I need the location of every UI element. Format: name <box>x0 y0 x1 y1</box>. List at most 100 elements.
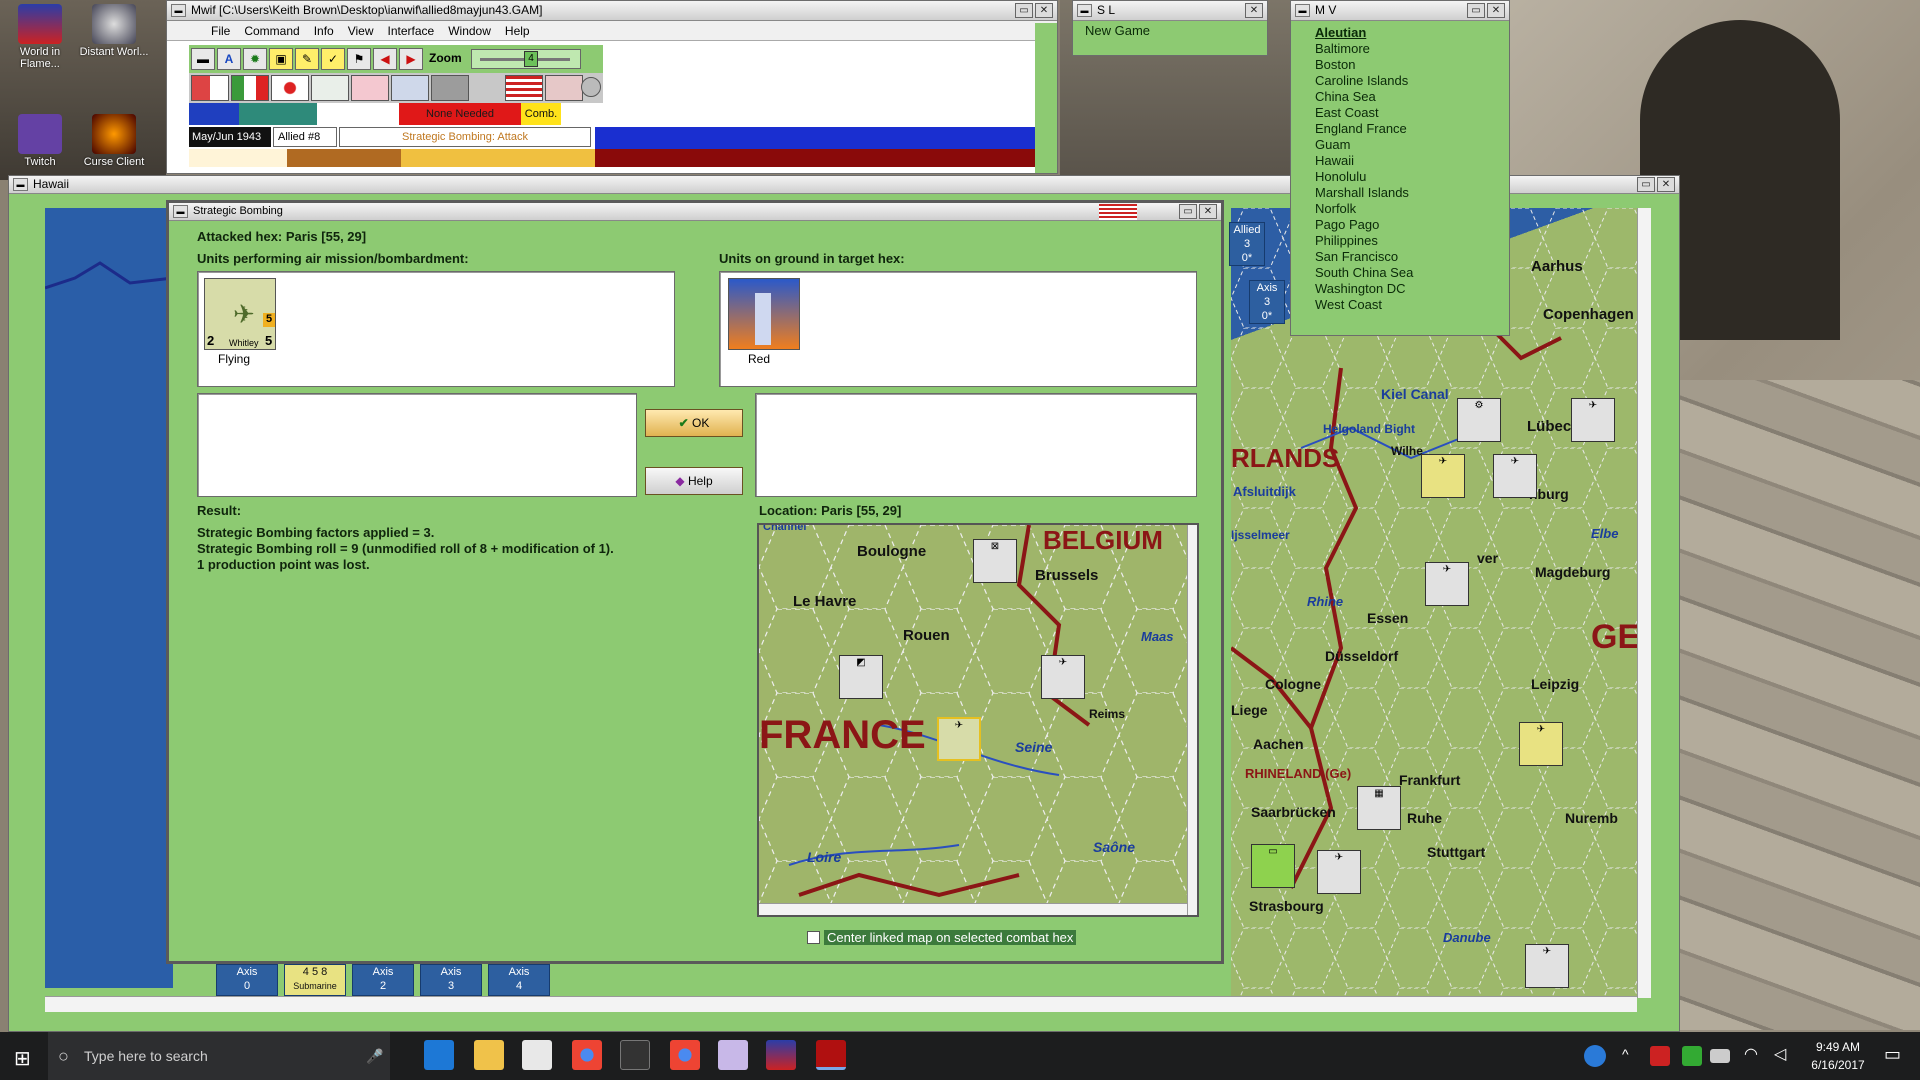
menu-view[interactable]: View <box>348 21 374 40</box>
taskbar-store-icon[interactable] <box>522 1040 552 1070</box>
menu-command[interactable]: Command <box>244 21 299 40</box>
map-minimize-button[interactable]: ▭ <box>1637 177 1655 192</box>
microphone-icon[interactable]: 🎤 <box>366 1032 383 1080</box>
menu-interface[interactable]: Interface <box>388 21 435 40</box>
main-window-titlebar[interactable]: ▬ Mwif [C:\Users\Keith Brown\Desktop\ian… <box>167 1 1057 21</box>
map-vertical-scrollbar[interactable] <box>1637 208 1651 998</box>
map-close-button[interactable]: ✕ <box>1657 177 1675 192</box>
linked-map-unit-infantry[interactable]: ⊠ <box>973 539 1017 583</box>
sl-window[interactable]: ▬ S L ✕ New Game <box>1072 0 1268 56</box>
flag-icon-japan[interactable] <box>271 75 309 101</box>
side-box-axis[interactable]: Axis 3 0* <box>1249 280 1285 324</box>
taskbar-clock[interactable]: 9:49 AM 6/16/2017 <box>1800 1038 1876 1074</box>
mv-item[interactable]: South China Sea <box>1311 265 1495 281</box>
toolbar-save-icon[interactable]: ▣ <box>269 48 293 70</box>
desktop-icon-distant-worlds[interactable]: Distant Worl... <box>74 4 154 58</box>
map-unit-bf109e[interactable]: ✈ <box>1525 944 1569 988</box>
sl-item-new-game[interactable]: New Game <box>1073 21 1267 41</box>
taskbar-mwif-icon[interactable] <box>816 1040 846 1070</box>
taskbar-world-in-flames-icon[interactable] <box>766 1040 796 1070</box>
mv-minimize-button[interactable]: ▭ <box>1467 3 1485 18</box>
mv-item[interactable]: Marshall Islands <box>1311 185 1495 201</box>
desktop-icon-curse-client[interactable]: Curse Client <box>74 114 154 168</box>
taskbar-search-box[interactable]: ○ Type here to search 🎤 <box>48 1032 390 1080</box>
axis-box-2[interactable]: Axis 2 <box>352 964 414 996</box>
tray-volume-icon[interactable]: ◁ <box>1774 1044 1786 1064</box>
system-menu-icon[interactable]: ▬ <box>1077 4 1092 17</box>
map-sea-area[interactable] <box>45 208 173 988</box>
factory-target-icon[interactable] <box>728 278 800 350</box>
flag-icon-ussr[interactable] <box>545 75 583 101</box>
dialog-minimize-button[interactable]: ▭ <box>1179 204 1197 219</box>
mv-item[interactable]: East Coast <box>1311 105 1495 121</box>
tray-help-icon[interactable] <box>1584 1045 1606 1067</box>
toolbar-gear-icon[interactable]: ✹ <box>243 48 267 70</box>
map-unit-oil[interactable]: ▦ <box>1357 786 1401 830</box>
toolbar-forward-arrow-icon[interactable]: ▶ <box>399 48 423 70</box>
map-unit-bf109[interactable]: ✈ <box>1425 562 1469 606</box>
toolbar-flag-icon[interactable]: ⚑ <box>347 48 371 70</box>
zoom-slider-thumb[interactable]: 4 <box>524 51 538 67</box>
map-unit-fighter[interactable]: ✈ <box>1493 454 1537 498</box>
center-map-checkbox-row[interactable]: Center linked map on selected combat hex <box>807 929 1077 945</box>
ground-losses-panel[interactable] <box>755 393 1197 497</box>
linked-map-horizontal-scrollbar[interactable] <box>759 903 1187 915</box>
toolbar-back-arrow-icon[interactable]: ◀ <box>373 48 397 70</box>
axis-box-3[interactable]: Axis 3 <box>420 964 482 996</box>
sl-close-button[interactable]: ✕ <box>1245 3 1263 18</box>
menu-help[interactable]: Help <box>505 21 530 40</box>
mv-item[interactable]: Pago Pago <box>1311 217 1495 233</box>
flag-icon-empty[interactable] <box>431 75 469 101</box>
linked-map-unit-whitley[interactable]: ✈ <box>937 717 981 761</box>
menu-file[interactable]: File <box>211 21 230 40</box>
axis-box-0[interactable]: Axis 0 <box>216 964 278 996</box>
main-minimize-button[interactable]: ▭ <box>1015 3 1033 18</box>
map-horizontal-scrollbar[interactable] <box>45 996 1637 1012</box>
toolbar-a-icon[interactable]: A <box>217 48 241 70</box>
system-menu-icon[interactable]: ▬ <box>171 4 186 17</box>
mv-close-button[interactable]: ✕ <box>1487 3 1505 18</box>
linked-map-vertical-scrollbar[interactable] <box>1187 525 1197 915</box>
toolbar-tank-icon[interactable]: ▬ <box>191 48 215 70</box>
help-button[interactable]: ◆ Help <box>645 467 743 495</box>
tray-chevron-up-icon[interactable]: ^ <box>1622 1046 1629 1062</box>
axis-box-4[interactable]: Axis 4 <box>488 964 550 996</box>
mv-window[interactable]: ▬ M V ▭ ✕ Aleutian Baltimore Boston Caro… <box>1290 0 1510 336</box>
dialog-titlebar[interactable]: ▬ Strategic Bombing ▭ ✕ <box>169 203 1221 221</box>
tray-antivirus-icon[interactable] <box>1650 1046 1670 1066</box>
linked-map-unit-hq[interactable]: ◩ <box>839 655 883 699</box>
ok-button[interactable]: ✔ OK <box>645 409 743 437</box>
map-unit-stack[interactable]: ✈ <box>1571 398 1615 442</box>
air-losses-panel[interactable] <box>197 393 637 497</box>
system-menu-icon[interactable]: ▬ <box>1295 4 1310 17</box>
tray-app-icon[interactable] <box>1682 1046 1702 1066</box>
menu-info[interactable]: Info <box>314 21 334 40</box>
taskbar-app-icon[interactable] <box>718 1040 748 1070</box>
taskbar-file-explorer-icon[interactable] <box>474 1040 504 1070</box>
map-unit-cr42[interactable]: ✈ <box>1519 722 1563 766</box>
ground-units-panel[interactable]: Red <box>719 271 1197 387</box>
toolbar-check-icon[interactable]: ✓ <box>321 48 345 70</box>
mv-item[interactable]: Caroline Islands <box>1311 73 1495 89</box>
mv-window-titlebar[interactable]: ▬ M V ▭ ✕ <box>1291 1 1509 21</box>
axis-box-submarine[interactable]: 4 5 8 Submarine <box>284 964 346 996</box>
dialog-close-button[interactable]: ✕ <box>1199 204 1217 219</box>
air-units-panel[interactable]: ✈ 5 2 Whitley 5 Flying <box>197 271 675 387</box>
desktop-icon-twitch[interactable]: Twitch <box>0 114 80 168</box>
taskbar-chrome-alt-icon[interactable] <box>670 1040 700 1070</box>
mv-item[interactable]: San Francisco <box>1311 249 1495 265</box>
sl-window-titlebar[interactable]: ▬ S L ✕ <box>1073 1 1267 21</box>
mv-item[interactable]: China Sea <box>1311 89 1495 105</box>
mv-item[interactable]: Norfolk <box>1311 201 1495 217</box>
side-box-allied[interactable]: Allied 3 0* <box>1229 222 1265 266</box>
mv-item[interactable]: Philippines <box>1311 233 1495 249</box>
flag-icon-usa[interactable] <box>505 75 543 101</box>
linked-map-unit-bf109[interactable]: ✈ <box>1041 655 1085 699</box>
mv-item[interactable]: Hawaii <box>1311 153 1495 169</box>
map-unit-armor[interactable]: ▭ <box>1251 844 1295 888</box>
settings-round-icon[interactable] <box>581 77 601 97</box>
mv-item[interactable]: West Coast <box>1311 297 1495 313</box>
mv-item[interactable]: Boston <box>1311 57 1495 73</box>
menu-window[interactable]: Window <box>448 21 491 40</box>
taskbar-chrome-icon[interactable] <box>572 1040 602 1070</box>
